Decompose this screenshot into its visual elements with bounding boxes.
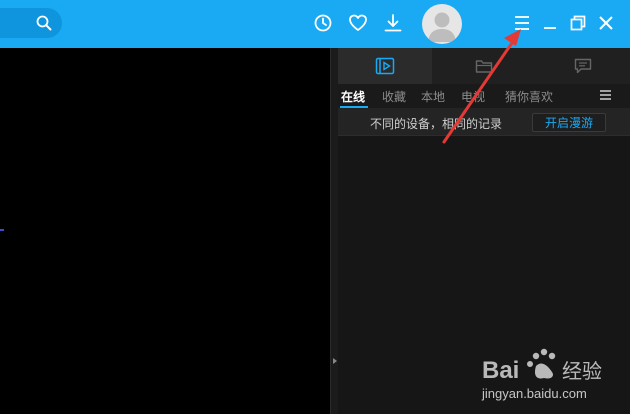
svg-text:Bai: Bai (482, 357, 519, 384)
enable-roaming-button[interactable]: 开启漫游 (532, 113, 606, 132)
tab-playlist[interactable] (338, 48, 432, 84)
panel-icon-tabs (338, 48, 630, 84)
search-box[interactable] (0, 8, 62, 38)
player-artifact (0, 229, 4, 231)
panel-splitter[interactable] (330, 48, 338, 414)
history-icon[interactable] (312, 12, 334, 34)
tab-local[interactable]: 本地 (421, 88, 445, 105)
user-icon (428, 12, 456, 42)
chat-icon (574, 58, 592, 74)
sync-banner: 不同的设备，相同的记录 开启漫游 (338, 108, 630, 136)
expand-arrow-icon[interactable] (333, 358, 337, 364)
list-menu-icon[interactable] (600, 90, 611, 100)
favorite-icon[interactable] (347, 12, 369, 34)
tab-recommend[interactable]: 猜你喜欢 (505, 88, 553, 105)
close-icon[interactable] (597, 14, 615, 32)
video-player[interactable] (0, 48, 330, 414)
sync-message: 不同的设备，相同的记录 (370, 117, 503, 131)
svg-text:经验: 经验 (562, 359, 602, 383)
baidu-watermark: Bai 经验 jingyan.baidu.com (480, 346, 630, 414)
download-icon[interactable] (382, 12, 404, 34)
panel-text-tabs: 在线 收藏 本地 电视 猜你喜欢 (338, 84, 630, 108)
restore-icon[interactable] (569, 14, 587, 32)
baidu-logo-icon: Bai 经验 (482, 348, 602, 384)
tab-tv[interactable]: 电视 (461, 88, 485, 105)
search-icon[interactable] (36, 15, 52, 31)
playlist-icon (375, 57, 395, 75)
minimize-icon[interactable] (541, 14, 559, 32)
tab-folder[interactable] (437, 48, 531, 84)
folder-icon (475, 60, 493, 73)
avatar[interactable] (422, 4, 462, 44)
title-bar (0, 0, 630, 48)
tab-chat[interactable] (536, 48, 630, 84)
tab-online[interactable]: 在线 (341, 88, 365, 105)
watermark-url: jingyan.baidu.com (482, 386, 587, 401)
tab-favorites[interactable]: 收藏 (382, 88, 406, 105)
main-menu-icon[interactable] (513, 14, 531, 32)
